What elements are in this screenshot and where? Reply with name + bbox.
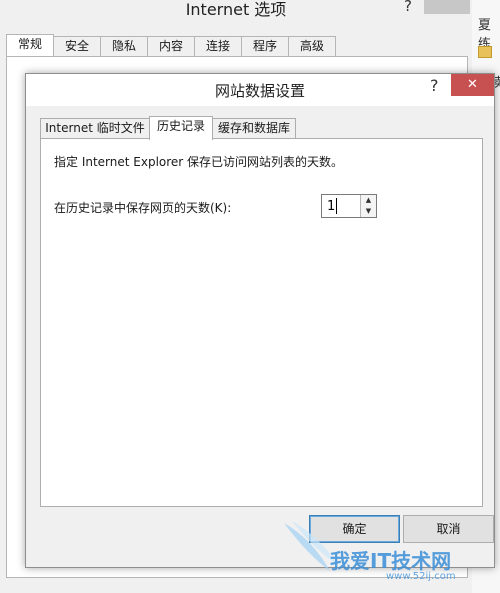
watermark-text: 我爱IT技术网 — [330, 549, 452, 573]
tab-caches-and-databases[interactable]: 缓存和数据库 — [212, 118, 296, 138]
tab-connections[interactable]: 连接 — [194, 36, 242, 56]
website-data-settings-dialog: 网站数据设置 ? ✕ Internet 临时文件 历史记录 缓存和数据库 指定 … — [25, 73, 495, 568]
folder-icon — [478, 46, 492, 58]
dialog-title-bar: 网站数据设置 ? ✕ — [26, 74, 494, 106]
help-icon[interactable]: ? — [430, 76, 439, 95]
spin-buttons: ▲ ▼ — [360, 195, 376, 217]
history-tab-panel: 指定 Internet Explorer 保存已访问网站列表的天数。 在历史记录… — [40, 138, 483, 507]
days-to-keep-stepper[interactable]: ▲ ▼ — [321, 194, 377, 218]
close-button[interactable]: ✕ — [451, 74, 494, 96]
tab-security[interactable]: 安全 — [53, 36, 101, 56]
tab-privacy[interactable]: 隐私 — [100, 36, 148, 56]
tab-history[interactable]: 历史记录 — [149, 116, 213, 140]
watermark: 我爱IT技术网 www.52ij.com — [282, 515, 494, 585]
dialog-title: 网站数据设置 — [214, 82, 305, 100]
spin-down-button[interactable]: ▼ — [361, 206, 376, 217]
close-icon: ✕ — [467, 77, 478, 92]
internet-options-title: Internet 选项 — [185, 0, 287, 19]
days-to-keep-input[interactable] — [322, 195, 361, 217]
tab-temporary-internet-files[interactable]: Internet 临时文件 — [40, 118, 150, 138]
tab-programs[interactable]: 程序 — [241, 36, 289, 56]
tab-general[interactable]: 常规 — [6, 34, 54, 58]
text-caret — [336, 198, 337, 214]
chevron-down-icon: ▼ — [365, 207, 372, 215]
history-description: 指定 Internet Explorer 保存已访问网站列表的天数。 — [54, 155, 344, 169]
watermark-url: www.52ij.com — [386, 571, 456, 582]
chevron-up-icon: ▲ — [365, 196, 372, 204]
internet-options-close-button[interactable] — [424, 0, 470, 14]
days-to-keep-label: 在历史记录中保存网页的天数(K): — [54, 201, 232, 215]
internet-options-help-icon[interactable]: ? — [404, 0, 418, 15]
tab-advanced[interactable]: 高级 — [288, 36, 336, 56]
tab-content[interactable]: 内容 — [147, 36, 195, 56]
